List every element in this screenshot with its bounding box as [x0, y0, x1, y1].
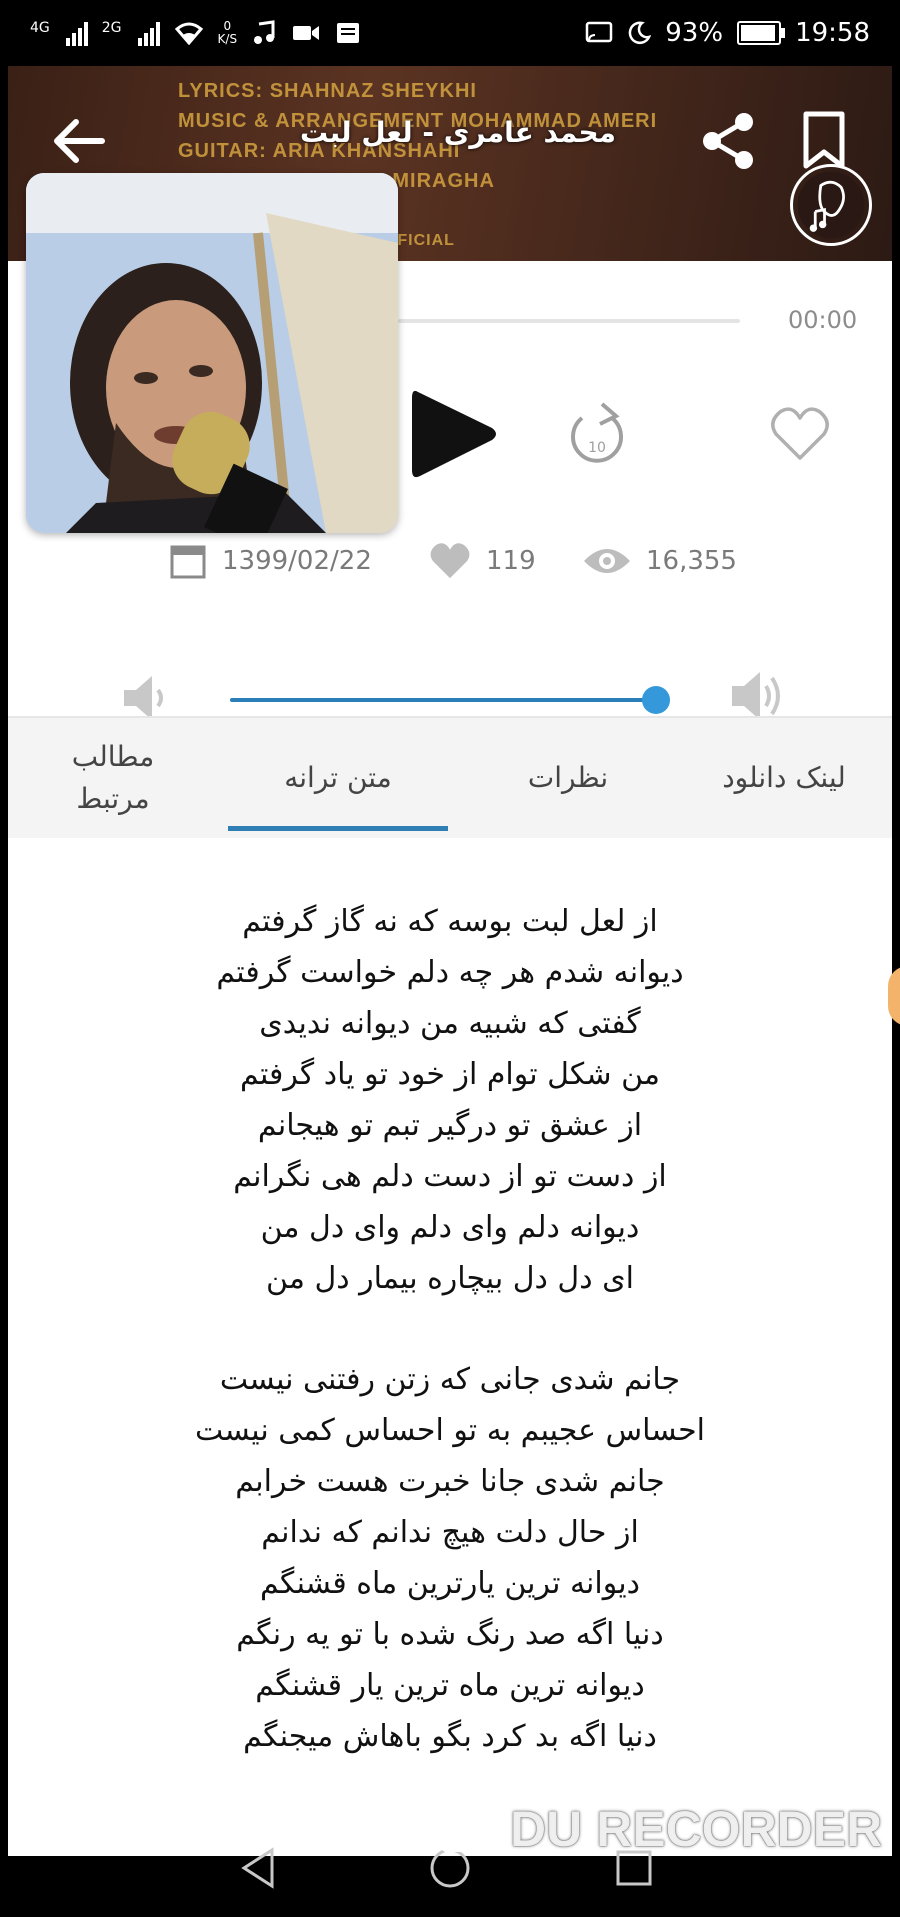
verse-gap — [8, 1304, 892, 1354]
signal-icon — [65, 20, 88, 46]
battery-icon — [737, 21, 786, 45]
like-count: 119 — [428, 536, 536, 586]
lyric-line: گفتی که شبیه من دیوانه ندیدی — [259, 1006, 641, 1041]
publish-date: 1399/02/22 — [168, 536, 372, 586]
battery-percent: 93% — [665, 18, 724, 48]
share-icon[interactable] — [694, 106, 764, 176]
person-photo — [26, 173, 398, 533]
net-speed: 0 K/S — [218, 20, 238, 46]
volume-slider[interactable] — [230, 698, 666, 702]
lyric-line: جانم شدی جانی که زتن رفتنی نیست — [219, 1362, 681, 1397]
svg-text:10: 10 — [588, 440, 606, 456]
lyric-line: دیوانه دلم وای دلم وای دل من — [260, 1210, 640, 1245]
clock: 19:58 — [795, 18, 870, 48]
favorite-heart-icon[interactable] — [770, 406, 830, 462]
tab-download[interactable]: لینک دانلود — [694, 718, 874, 838]
video-camera-icon — [293, 26, 320, 40]
tab-comments[interactable]: نظرات — [478, 718, 658, 838]
message-icon — [337, 23, 360, 43]
sim2-label: 2G — [101, 20, 122, 36]
recorder-watermark: DU RECORDER — [440, 1800, 882, 1858]
play-icon[interactable] — [404, 384, 504, 484]
watermark-text: DU RECORDER — [510, 1801, 883, 1857]
tab-bar: مطالب مرتبط متن ترانه نظرات لینک دانلود — [8, 718, 892, 838]
channel-logo — [790, 164, 872, 246]
status-left: 4G 2G 0 K/S — [30, 20, 361, 46]
lyric-line: احساس عجیبم به تو احساس کمی نیست — [195, 1413, 705, 1448]
credit-line: LYRICS: SHAHNAZ SHEYKHI — [178, 80, 477, 102]
back-arrow-icon[interactable] — [44, 106, 114, 176]
likes-value: 119 — [486, 546, 536, 576]
calendar-icon — [170, 545, 206, 579]
recorder-camera-icon — [440, 1808, 500, 1852]
sim1-label: 4G — [30, 20, 50, 36]
lyrics-text: از لعل لبت بوسه که نه گاز گرفتم دیوانه ش… — [8, 896, 892, 1762]
signal-icon-2 — [137, 20, 160, 46]
tab-lyrics[interactable]: متن ترانه — [228, 718, 448, 838]
music-note-icon — [254, 20, 275, 44]
lyric-line: از دست تو از دست دلم هی نگرانم — [233, 1159, 667, 1194]
lyric-line: از حال دلت هیچ ندانم که ندانم — [261, 1515, 639, 1550]
eye-icon — [584, 549, 630, 573]
speed-unit: K/S — [217, 32, 238, 46]
lyric-line: جانم شدی جانا خبرت هست خرابم — [235, 1464, 665, 1499]
status-bar: 4G 2G 0 K/S 93% 19:58 — [0, 0, 900, 66]
battery-fill — [741, 25, 775, 41]
lyric-line: من شکل توام از خود تو یاد گرفتم — [240, 1057, 660, 1092]
lyric-line: دنیا اگه صد رنگ شده با تو یه رنگم — [236, 1617, 664, 1652]
lyric-line: دیوانه شدم هر چه دلم خواست گرفتم — [216, 955, 684, 990]
current-time: 00:00 — [788, 306, 858, 334]
lyric-line: دیوانه ترین یارترین ماه قشنگم — [260, 1566, 640, 1601]
lyric-line: از عشق تو درگیر تبم تو هیجانم — [257, 1108, 643, 1143]
nav-back-icon[interactable] — [238, 1846, 278, 1890]
lyric-line: ای دل دل بیچاره بیمار دل من — [266, 1261, 634, 1296]
camera-overlay-video[interactable] — [26, 173, 398, 533]
cast-icon — [586, 21, 613, 43]
volume-slider-knob[interactable] — [641, 686, 670, 714]
views-value: 16,355 — [646, 546, 737, 576]
moon-icon — [628, 21, 652, 44]
tab-related[interactable]: مطالب مرتبط — [48, 718, 178, 838]
playback-progress-bar[interactable] — [398, 319, 740, 323]
lyric-line: دنیا اگه بد کرد بگو باهاش میجنگم — [243, 1719, 657, 1754]
date-text: 1399/02/22 — [222, 546, 372, 576]
status-right: 93% 19:58 — [585, 18, 870, 48]
forward-10-icon[interactable]: 10 — [562, 394, 632, 474]
lyric-line: دیوانه ترین ماه ترین یار قشنگم — [255, 1668, 645, 1703]
wifi-icon — [174, 22, 203, 45]
view-count: 16,355 — [582, 536, 737, 586]
lyric-line: از لعل لبت بوسه که نه گاز گرفتم — [242, 904, 658, 939]
heart-icon — [430, 543, 470, 579]
speed-value: 0 — [223, 19, 232, 33]
app-screen: LYRICS: SHAHNAZ SHEYKHI MUSIC & ARRANGEM… — [8, 66, 900, 1856]
active-tab-indicator — [228, 826, 448, 831]
page-title: محمد عامری - لعل لبت — [299, 116, 617, 149]
